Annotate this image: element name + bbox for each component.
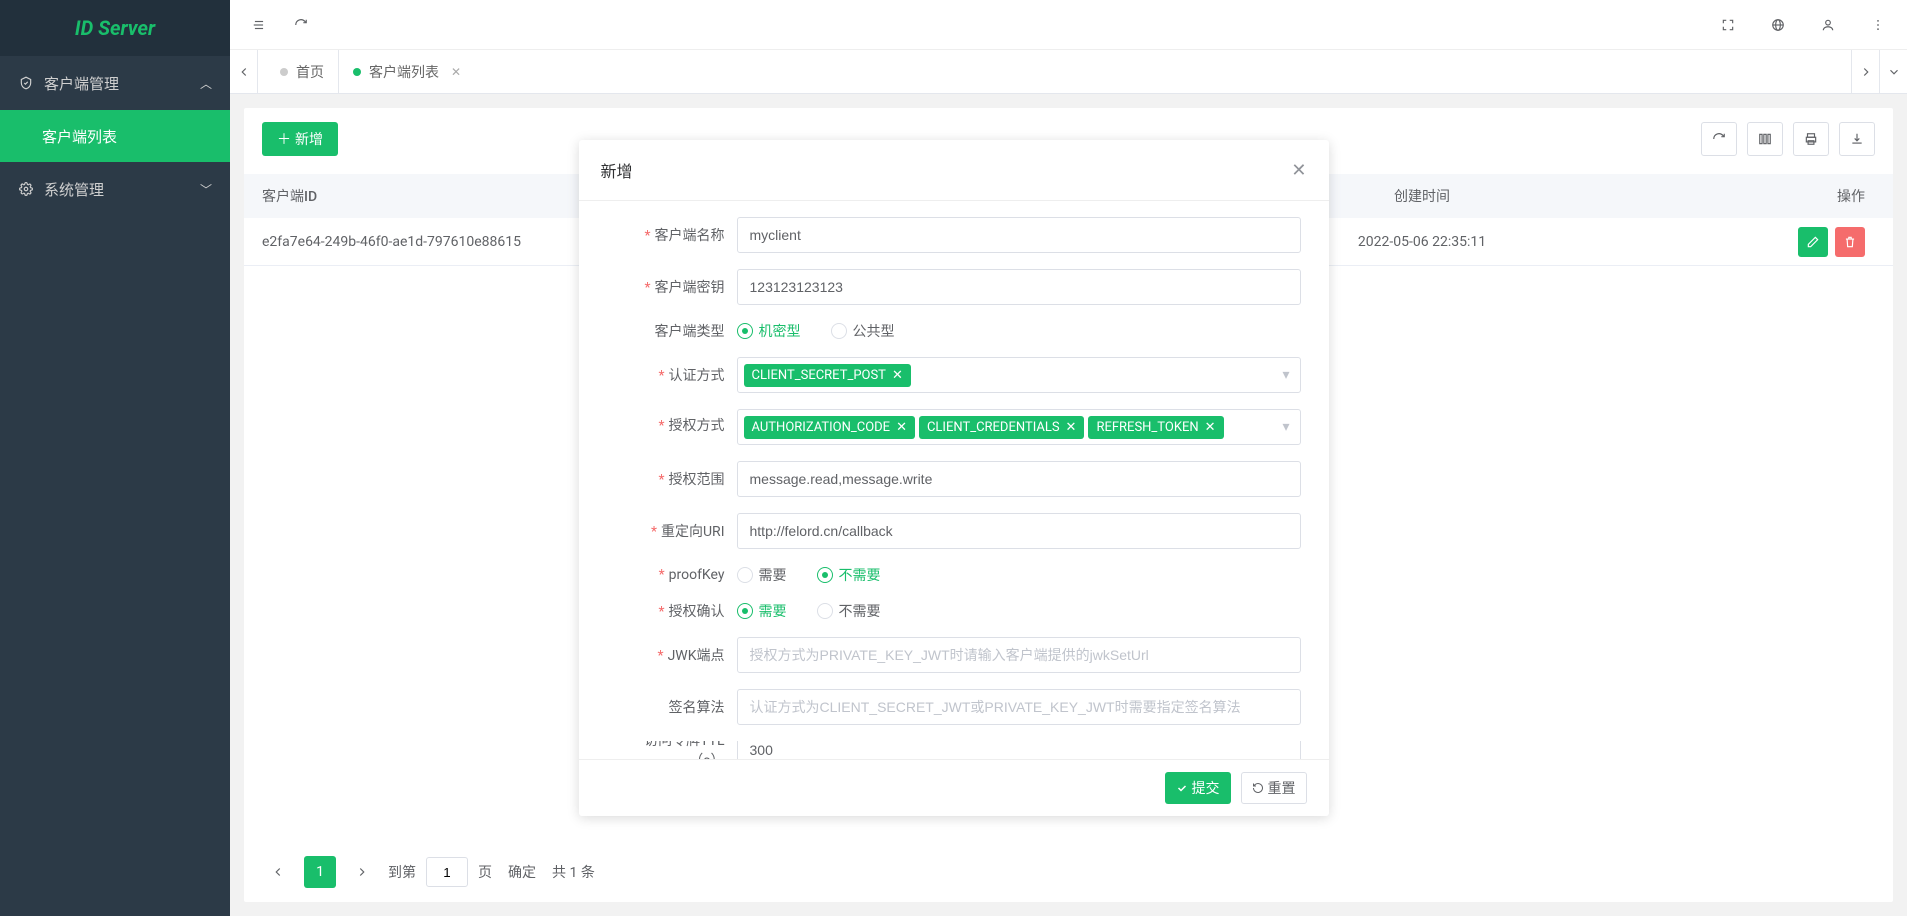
label-client-secret: 客户端密钥 <box>655 280 725 296</box>
modal-mask: 新增 ✕ *客户端名称 *客户端密钥 客户端类型 机密型 公共型 <box>0 0 1907 916</box>
tag-auth-method: CLIENT_SECRET_POST✕ <box>744 364 911 387</box>
input-redirect-uri[interactable] <box>737 513 1301 549</box>
add-modal: 新增 ✕ *客户端名称 *客户端密钥 客户端类型 机密型 公共型 <box>579 140 1329 816</box>
label-scope: 授权范围 <box>669 472 725 488</box>
label-jwk: JWK端点 <box>668 648 725 664</box>
label-access-ttl: 访问令牌TTL（s） <box>644 741 724 759</box>
radio-client-type-public[interactable]: 公共型 <box>831 321 895 341</box>
input-client-secret[interactable] <box>737 269 1301 305</box>
submit-label: 提交 <box>1192 778 1220 798</box>
input-sign-alg[interactable] <box>737 689 1301 725</box>
tag-grant-type: CLIENT_CREDENTIALS✕ <box>919 416 1084 439</box>
tag-grant-type: REFRESH_TOKEN✕ <box>1088 416 1223 439</box>
label-proofkey: proofKey <box>669 567 725 583</box>
tag-remove-icon[interactable]: ✕ <box>1205 420 1216 435</box>
caret-down-icon: ▾ <box>1282 419 1289 435</box>
label-sign-alg: 签名算法 <box>669 700 725 716</box>
radio-proofkey-no[interactable]: 不需要 <box>817 565 881 585</box>
input-jwk[interactable] <box>737 637 1301 673</box>
select-grant-type[interactable]: AUTHORIZATION_CODE✕ CLIENT_CREDENTIALS✕ … <box>737 409 1301 445</box>
submit-button[interactable]: 提交 <box>1165 772 1231 804</box>
tag-remove-icon[interactable]: ✕ <box>1066 420 1077 435</box>
select-auth-method[interactable]: CLIENT_SECRET_POST✕ ▾ <box>737 357 1301 393</box>
input-client-name[interactable] <box>737 217 1301 253</box>
input-access-ttl[interactable] <box>737 741 1301 759</box>
close-icon[interactable]: ✕ <box>1291 160 1306 181</box>
radio-consent-yes[interactable]: 需要 <box>737 601 787 621</box>
caret-down-icon: ▾ <box>1282 367 1289 383</box>
reset-label: 重置 <box>1268 778 1296 798</box>
label-auth-method: 认证方式 <box>669 368 725 384</box>
tag-remove-icon[interactable]: ✕ <box>892 368 903 383</box>
label-consent: 授权确认 <box>669 604 725 620</box>
label-grant-type: 授权方式 <box>669 418 725 434</box>
reset-button[interactable]: 重置 <box>1241 772 1307 804</box>
label-client-type: 客户端类型 <box>655 324 725 340</box>
label-redirect-uri: 重定向URI <box>661 524 725 540</box>
tag-remove-icon[interactable]: ✕ <box>896 420 907 435</box>
radio-client-type-confidential[interactable]: 机密型 <box>737 321 801 341</box>
modal-title: 新增 <box>601 158 633 182</box>
tag-grant-type: AUTHORIZATION_CODE✕ <box>744 416 915 439</box>
label-client-name: 客户端名称 <box>655 228 725 244</box>
input-scope[interactable] <box>737 461 1301 497</box>
radio-proofkey-yes[interactable]: 需要 <box>737 565 787 585</box>
radio-consent-no[interactable]: 不需要 <box>817 601 881 621</box>
